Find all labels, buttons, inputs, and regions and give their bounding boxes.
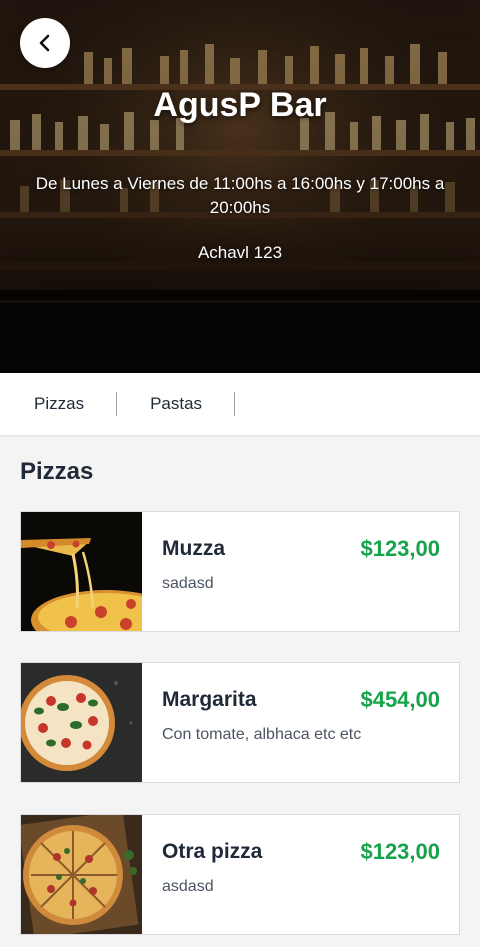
menu-item-card[interactable]: Margarita $454,00 Con tomate, albhaca et… [20,662,460,783]
menu-item-body: Margarita $454,00 Con tomate, albhaca et… [142,663,459,782]
menu-item-name: Otra pizza [162,840,263,863]
back-button[interactable] [20,18,70,68]
pizza-image [21,663,142,782]
tab-pastas[interactable]: Pastas [117,392,236,416]
menu-item-price: $454,00 [360,687,440,712]
menu-item-body: Otra pizza $123,00 asdasd [142,815,459,934]
opening-hours: De Lunes a Viernes de 11:00hs a 16:00hs … [35,174,445,217]
menu-item-price: $123,00 [360,839,440,864]
tab-pizzas[interactable]: Pizzas [0,392,118,416]
bar-name: AgusP Bar [153,86,327,124]
menu-item-description: asdasd [162,878,214,895]
bar-address: Achavl 123 [197,243,283,262]
menu-item-description: Con tomate, albhaca etc etc [162,726,362,743]
menu-item-name: Muzza [162,537,225,560]
pizza-image [21,512,142,631]
category-tabs: Pizzas Pastas [0,373,480,437]
menu-item-card[interactable]: Otra pizza $123,00 asdasd [20,814,460,935]
menu-item-body: Muzza $123,00 sadasd [142,512,459,631]
menu-item-description: sadasd [162,575,214,592]
section-title: Pizzas [20,458,94,485]
menu-item-card[interactable]: Muzza $123,00 sadasd [20,511,460,632]
hero-banner: AgusP Bar De Lunes a Viernes de 11:00hs … [0,0,480,373]
chevron-left-icon [39,34,50,52]
menu-item-price: $123,00 [360,536,440,561]
pizza-image [21,815,142,934]
menu-item-name: Margarita [162,688,257,711]
